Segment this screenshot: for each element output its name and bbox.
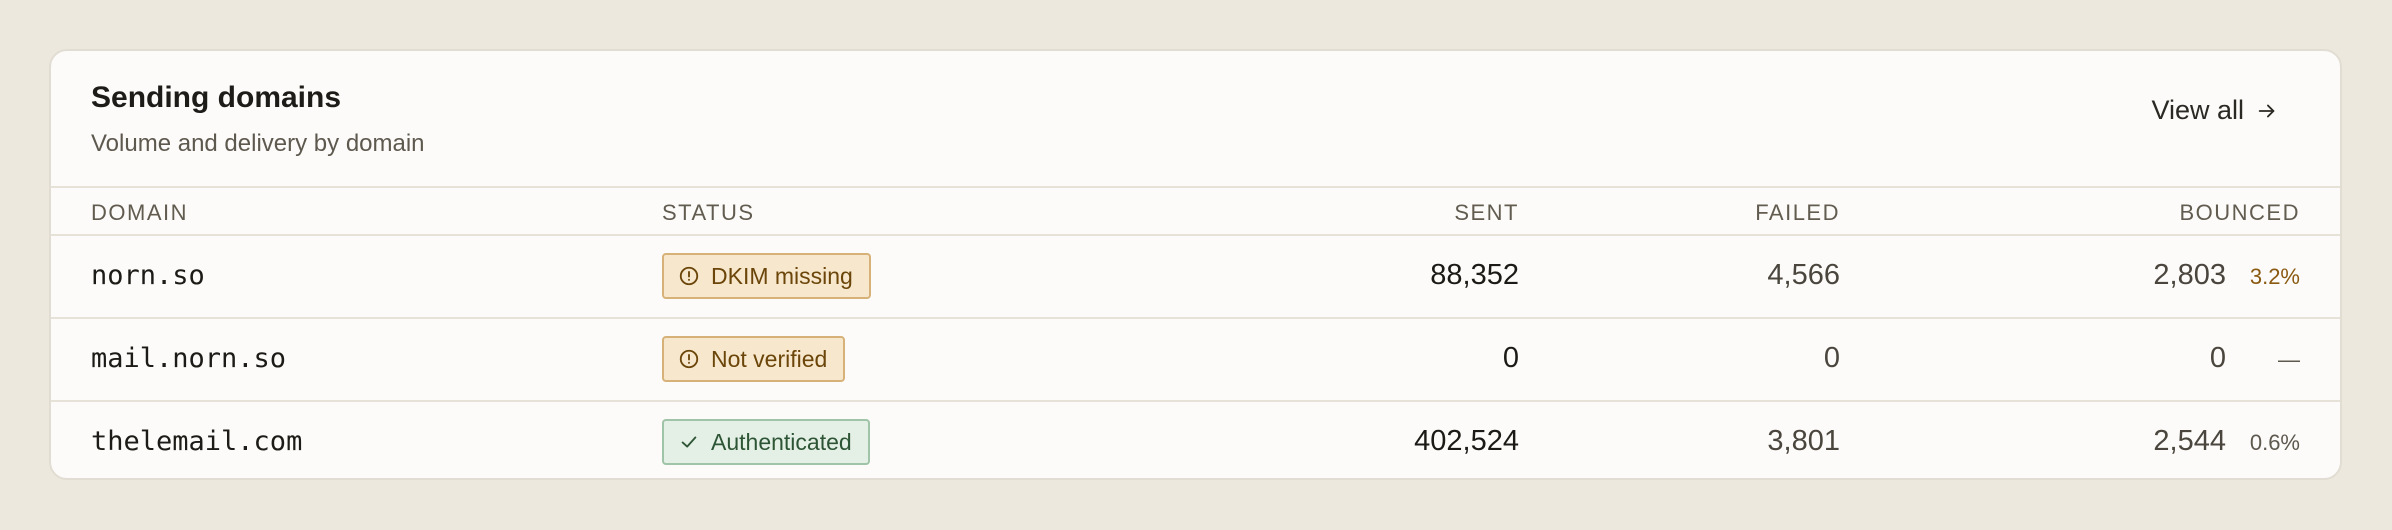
- status-label: Authenticated: [711, 428, 852, 455]
- card-header: Sending domains Volume and delivery by d…: [51, 51, 2340, 188]
- table-row[interactable]: mail.norn.so Not verified 0 0 0 —: [51, 319, 2340, 402]
- status-badge: DKIM missing: [662, 253, 871, 299]
- column-header-sent[interactable]: SENT: [1454, 200, 1519, 226]
- bounced-cell: 2,544 0.6%: [2153, 425, 2300, 458]
- bounce-rate: 0.6%: [2249, 430, 2300, 455]
- bounced-cell: 2,803 3.2%: [2153, 259, 2300, 292]
- alert-circle-icon: [679, 266, 699, 286]
- bounce-rate: —: [2278, 347, 2300, 372]
- status-badge: Authenticated: [662, 419, 870, 465]
- column-header-failed[interactable]: FAILED: [1755, 200, 1840, 226]
- check-icon: [681, 436, 697, 448]
- column-header-domain[interactable]: DOMAIN: [91, 200, 188, 226]
- bounced-count: 2,544: [2153, 425, 2226, 457]
- card-title: Sending domains: [91, 81, 342, 114]
- domain-name: thelemail.com: [91, 426, 303, 457]
- domain-name: mail.norn.so: [91, 343, 287, 374]
- table-row[interactable]: thelemail.com Authenticated 402,524 3,80…: [51, 402, 2340, 478]
- column-header-bounced[interactable]: BOUNCED: [2179, 200, 2300, 226]
- table-row[interactable]: norn.so DKIM missing 88,352 4,566 2,803 …: [51, 236, 2340, 319]
- bounced-cell: 0 —: [2210, 342, 2300, 375]
- arrow-right-icon: [2258, 104, 2275, 117]
- sent-count: 402,524: [1414, 425, 1519, 457]
- status-label: Not verified: [711, 345, 828, 372]
- view-all-label: View all: [2151, 95, 2244, 125]
- failed-count: 0: [1823, 342, 1840, 374]
- failed-count: 4,566: [1767, 259, 1840, 291]
- sending-domains-card: Sending domains Volume and delivery by d…: [49, 49, 2342, 480]
- sent-count: 0: [1502, 342, 1519, 374]
- view-all-link[interactable]: View all: [2151, 95, 2278, 126]
- bounce-rate: 3.2%: [2249, 264, 2300, 289]
- sent-count: 88,352: [1430, 259, 1519, 291]
- card-subtitle: Volume and delivery by domain: [91, 130, 425, 157]
- domain-name: norn.so: [91, 260, 205, 291]
- column-header-status[interactable]: STATUS: [662, 200, 755, 226]
- failed-count: 3,801: [1767, 425, 1840, 457]
- bounced-count: 2,803: [2153, 259, 2226, 291]
- status-label: DKIM missing: [711, 262, 853, 289]
- table-header-row: DOMAIN STATUS SENT FAILED BOUNCED: [51, 188, 2340, 236]
- alert-circle-icon: [679, 349, 699, 369]
- bounced-count: 0: [2209, 342, 2226, 374]
- status-badge: Not verified: [662, 336, 846, 382]
